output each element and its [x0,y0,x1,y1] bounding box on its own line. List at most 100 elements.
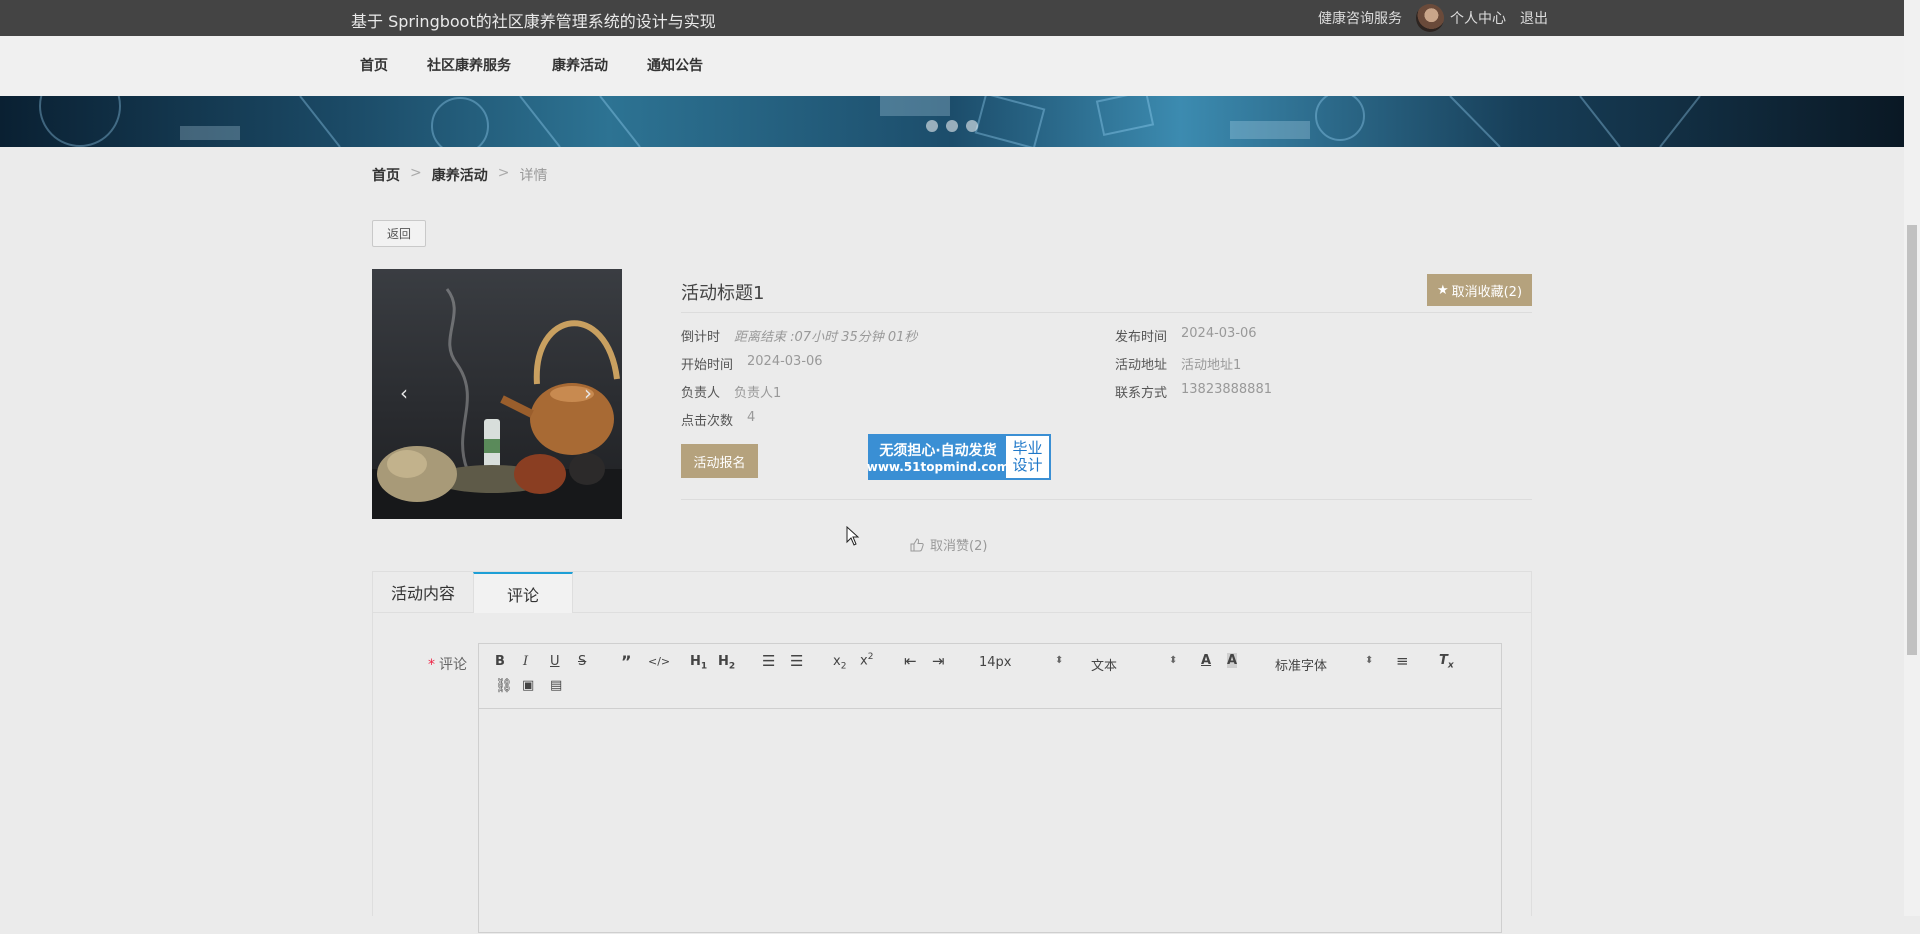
clicks-row: 点击次数 4 [681,410,755,429]
ordered-list-icon[interactable]: ☰ [762,652,775,670]
breadcrumb: 首页 > 康养活动 > 详情 [372,165,547,185]
strikethrough-icon[interactable]: S [578,654,586,669]
star-icon: ★ [1436,282,1449,298]
unlike-label: 取消赞(2) [930,539,988,554]
bold-icon[interactable]: B [495,654,505,669]
bullet-list-icon[interactable]: ☰ [790,652,803,670]
breadcrumb-activities[interactable]: 康养活动 [432,165,488,185]
start-label: 开始时间 [681,358,734,373]
scrollbar-thumb[interactable] [1907,225,1917,655]
select-caret-icon: ⬍ [1055,655,1064,666]
activity-title: 活动标题1 [681,283,765,304]
site-title: 基于 Springboot的社区康养管理系统的设计与实现 [351,12,716,31]
detail-tabs: 活动内容 评论 * 评论 B I U S ” </> H1 H2 ☰ ☰ x2 x… [372,571,1532,933]
carousel-dot[interactable] [946,120,958,132]
outdent-icon[interactable]: ⇤ [904,652,917,670]
comment-label-text: 评论 [439,657,467,673]
breadcrumb-home[interactable]: 首页 [372,165,400,185]
clear-format-icon[interactable]: Tx [1439,653,1454,671]
indent-icon[interactable]: ⇥ [932,652,945,670]
contact-value: 13823888881 [1181,382,1272,397]
breadcrumb-separator: > [410,165,422,181]
link-icon[interactable]: ⛓ [495,678,513,694]
ad-text: 无须担心·自动发货 www.51topmind.com [867,436,1010,478]
ad-badge-line-2: 设计 [1012,456,1043,474]
contact-label: 联系方式 [1115,386,1168,401]
owner-value: 负责人1 [734,386,782,401]
font-family-select[interactable]: 标准字体 ⬍ [1275,655,1374,674]
top-bar: 基于 Springboot的社区康养管理系统的设计与实现 健康咨询服务 个人中心… [0,0,1904,36]
underline-icon[interactable]: U [550,654,560,669]
font-size-value: 14px [979,655,1012,670]
start-row: 开始时间 2024-03-06 [681,354,823,373]
comment-textarea[interactable] [479,708,1501,934]
italic-icon[interactable]: I [523,654,528,669]
publish-row: 发布时间 2024-03-06 [1115,326,1257,345]
tab-bar: 活动内容 评论 [373,572,1531,613]
image-icon[interactable]: ▣ [522,678,534,693]
photo-next-arrow[interactable]: › [584,381,592,405]
activity-image-carousel[interactable]: ‹ › [372,269,622,519]
signup-button[interactable]: 活动报名 [681,444,758,478]
tab-comments[interactable]: 评论 [473,572,573,613]
start-value: 2024-03-06 [747,354,823,369]
required-mark: * [428,657,435,673]
carousel-dots [926,120,978,132]
back-button[interactable]: 返回 [372,220,426,247]
select-caret-icon: ⬍ [1365,655,1374,666]
subscript-icon[interactable]: x2 [833,654,846,672]
thumbs-up-icon [910,537,924,551]
blockquote-icon[interactable]: ” [621,652,632,671]
contact-row: 联系方式 13823888881 [1115,382,1272,401]
unfavorite-button[interactable]: ★ 取消收藏(2) [1427,274,1532,306]
background-color-icon[interactable]: A [1227,653,1238,668]
nav-item-notices[interactable]: 通知公告 [647,55,703,75]
align-icon[interactable]: ≡ [1396,652,1409,670]
nav-item-home[interactable]: 首页 [360,55,388,75]
text-type-select[interactable]: 文本 ⬍ [1091,655,1177,674]
address-value: 活动地址1 [1181,358,1242,373]
unlike-button[interactable]: 取消赞(2) [910,535,987,554]
ad-line-2: www.51topmind.com [866,460,1010,474]
heading-1-icon[interactable]: H1 [690,654,707,672]
ad-banner[interactable]: 无须担心·自动发货 www.51topmind.com 毕业 设计 [867,434,1051,480]
publish-value: 2024-03-06 [1181,326,1257,341]
ad-badge-line-1: 毕业 [1012,439,1043,457]
publish-label: 发布时间 [1115,330,1168,345]
font-size-select[interactable]: 14px ⬍ [979,655,1063,670]
nav-item-services[interactable]: 社区康养服务 [427,55,511,75]
carousel-dot[interactable] [966,120,978,132]
text-type-value: 文本 [1091,659,1118,674]
photo-prev-arrow[interactable]: ‹ [400,381,408,405]
code-block-icon[interactable]: </> [648,655,670,668]
carousel-dot[interactable] [926,120,938,132]
unfavorite-label: 取消收藏(2) [1451,284,1523,300]
comment-editor: B I U S ” </> H1 H2 ☰ ☰ x2 x2 ⇤ ⇥ 14px ⬍… [478,643,1502,933]
mouse-cursor-icon [846,526,860,546]
divider [681,499,1532,500]
banner-carousel[interactable] [0,96,1904,147]
tab-activity-content[interactable]: 活动内容 [373,572,473,612]
superscript-icon[interactable]: x2 [860,652,873,668]
main-nav: 首页 社区康养服务 康养活动 通知公告 [0,36,1904,96]
breadcrumb-separator: > [497,165,510,181]
countdown-row: 倒计时 距离结束 :07小时 35分钟 01秒 [681,326,917,345]
video-icon[interactable]: ▤ [550,678,562,693]
health-consult-link[interactable]: 健康咨询服务 [1318,8,1402,28]
personal-center-link[interactable]: 个人中心 [1450,8,1506,28]
page-scrollbar[interactable] [1904,0,1920,916]
clicks-label: 点击次数 [681,414,734,429]
clicks-value: 4 [747,410,756,425]
top-links: 健康咨询服务 个人中心 退出 [1318,0,1548,36]
nav-item-activities[interactable]: 康养活动 [552,55,608,75]
logout-link[interactable]: 退出 [1520,8,1548,28]
owner-label: 负责人 [681,386,721,401]
user-avatar[interactable] [1416,4,1444,32]
text-color-icon[interactable]: A [1201,653,1211,668]
countdown-value: 距离结束 :07小时 35分钟 01秒 [734,330,918,345]
address-row: 活动地址 活动地址1 [1115,354,1241,373]
font-family-value: 标准字体 [1275,659,1328,674]
breadcrumb-current: 详情 [519,168,548,184]
ad-line-1: 无须担心·自动发货 [879,443,997,459]
heading-2-icon[interactable]: H2 [718,654,735,672]
